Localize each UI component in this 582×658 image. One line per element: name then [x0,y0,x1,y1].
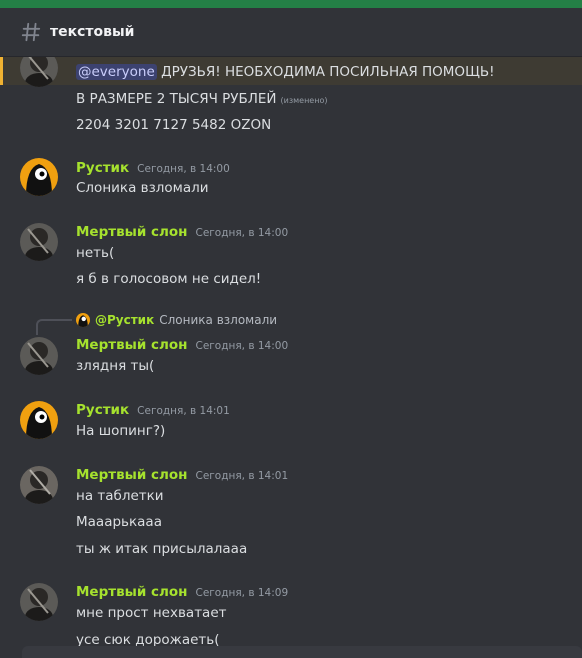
avatar[interactable] [20,466,58,504]
message-line: я б в голосовом не сидел! [76,271,262,287]
timestamp: Сегодня, в 14:09 [195,587,289,599]
reply-preview[interactable]: @Рустик Слоника взломали [36,313,278,335]
author-name[interactable]: Мертвый слон [76,337,187,353]
reply-author[interactable]: @Рустик [95,313,154,327]
author-name[interactable]: Мертвый слон [76,224,187,240]
reply-avatar [76,313,90,327]
avatar[interactable] [20,158,58,196]
message-header: Рустик Сегодня, в 14:00 [76,160,230,176]
message-line: мне прост нехватает [76,605,227,621]
message-header: Мертвый слон Сегодня, в 14:00 [76,337,288,353]
message-list[interactable]: @everyone ДРУЗЬЯ! НЕОБХОДИМА ПОСИЛЬНАЯ П… [0,57,582,658]
message-header: Мертвый слон Сегодня, в 14:01 [76,467,288,483]
author-name[interactable]: Мертвый слон [76,584,187,600]
message-line: Мааарькааа [76,514,162,530]
avatar[interactable] [20,223,58,261]
reply-connector [36,319,72,335]
avatar[interactable] [20,583,58,621]
timestamp: Сегодня, в 14:01 [195,470,289,482]
window-top-accent [0,0,582,8]
message-line: В РАЗМЕРЕ 2 ТЫСЯЧ РУБЛЕЙ (изменено) [76,91,328,107]
message-line: неть( [76,245,115,261]
reply-text: Слоника взломали [159,313,278,327]
message-composer[interactable] [22,646,582,658]
channel-header: текстовый [0,8,582,57]
edited-label: (изменено) [280,96,328,105]
message-line: на таблетки [76,488,164,504]
message-header: Мертвый слон Сегодня, в 14:09 [76,584,288,600]
timestamp: Сегодня, в 14:00 [137,163,230,175]
message-line: @everyone ДРУЗЬЯ! НЕОБХОДИМА ПОСИЛЬНАЯ П… [76,64,495,80]
mention-highlight-bar [0,57,3,85]
avatar[interactable] [20,401,58,439]
message-line: 2204 3201 7127 5482 OZON [76,117,272,133]
channel-name: текстовый [50,24,135,40]
message-line: злядня ты( [76,358,155,374]
author-name[interactable]: Рустик [76,402,129,418]
message-header: Мертвый слон Сегодня, в 14:00 [76,224,288,240]
message-header: Рустик Сегодня, в 14:01 [76,402,230,418]
timestamp: Сегодня, в 14:00 [195,227,289,239]
author-name[interactable]: Мертвый слон [76,467,187,483]
everyone-mention[interactable]: @everyone [76,64,157,80]
timestamp: Сегодня, в 14:01 [137,405,230,417]
hash-icon [21,22,41,42]
message-line: На шопинг?) [76,423,166,439]
author-name[interactable]: Рустик [76,160,129,176]
message-line: Слоника взломали [76,180,209,196]
avatar[interactable] [20,337,58,375]
timestamp: Сегодня, в 14:00 [195,340,289,352]
message-line: ты ж итак присылалааа [76,541,248,557]
